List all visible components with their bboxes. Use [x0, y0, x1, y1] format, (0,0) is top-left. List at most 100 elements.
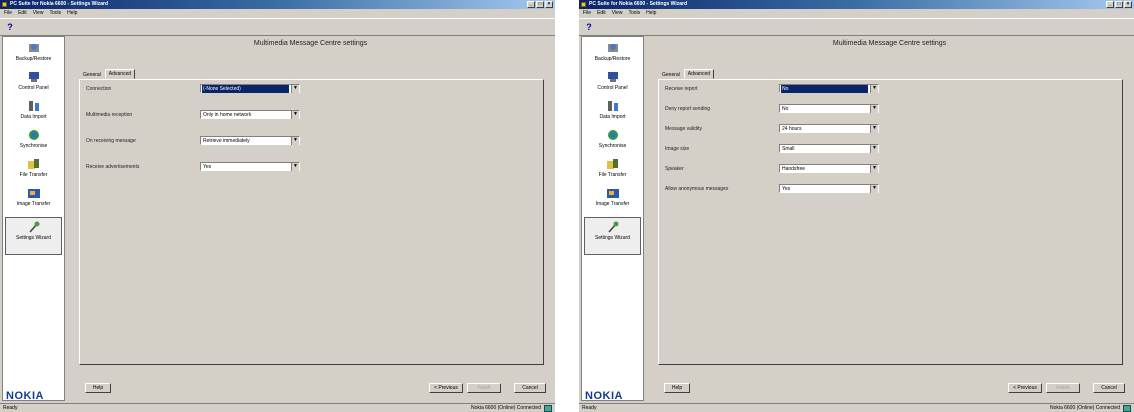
sidebar: Backup/Restore Control Panel Data Import… — [2, 36, 65, 401]
help-question-icon[interactable]: ? — [583, 21, 595, 33]
menu-help[interactable]: Help — [67, 9, 77, 17]
backup-icon — [28, 44, 39, 52]
help-button[interactable]: Help — [664, 383, 690, 393]
chevron-down-icon[interactable]: ▼ — [291, 163, 299, 171]
receive-report-dropdown[interactable]: No ▼ — [779, 84, 879, 93]
on-receiving-dropdown[interactable]: Retrieve immediately ▼ — [200, 136, 300, 145]
chevron-down-icon[interactable]: ▼ — [291, 85, 299, 93]
dropdown-value: Yes — [203, 164, 212, 170]
menu-tools[interactable]: Tools — [49, 9, 61, 17]
sidebar-item-image-transfer[interactable]: Image Transfer — [582, 184, 643, 212]
tab-general[interactable]: General — [658, 70, 684, 79]
finish-button[interactable]: Finish — [1046, 383, 1080, 393]
speaker-dropdown[interactable]: Handsfree ▼ — [779, 164, 879, 173]
message-validity-dropdown[interactable]: 24 hours ▼ — [779, 124, 879, 133]
dropdown-value: Retrieve immediately — [203, 138, 250, 144]
maximize-button[interactable]: □ — [1115, 1, 1123, 8]
sidebar-item-settings-wizard[interactable]: Settings Wizard — [5, 217, 62, 255]
control-panel-icon — [28, 72, 39, 82]
chevron-down-icon[interactable]: ▼ — [870, 85, 878, 93]
control-panel-icon — [607, 72, 618, 82]
chevron-down-icon[interactable]: ▼ — [870, 185, 878, 193]
chevron-down-icon[interactable]: ▼ — [291, 111, 299, 119]
chevron-down-icon[interactable]: ▼ — [870, 165, 878, 173]
menu-help[interactable]: Help — [646, 9, 656, 17]
window-general: PC Suite for Nokia 6600 - Settings Wizar… — [0, 0, 555, 412]
sidebar-item-label: Synchronise — [598, 143, 627, 149]
sidebar-item-data-import[interactable]: Data Import — [3, 97, 64, 125]
sidebar-item-control-panel[interactable]: Control Panel — [582, 68, 643, 96]
sidebar-item-backup[interactable]: Backup/Restore — [582, 39, 643, 67]
menu-edit[interactable]: Edit — [597, 9, 606, 17]
chevron-down-icon[interactable]: ▼ — [870, 145, 878, 153]
data-import-icon — [607, 101, 618, 111]
status-connection: Nokia 6600 (Online) Connected — [1049, 405, 1120, 411]
sidebar-item-backup[interactable]: Backup/Restore — [3, 39, 64, 67]
minimize-button[interactable]: _ — [527, 1, 535, 8]
sidebar-item-file-transfer[interactable]: File Transfer — [3, 155, 64, 183]
menu-file[interactable]: File — [4, 9, 12, 17]
dropdown-value: (-None Selected) — [202, 85, 289, 93]
previous-button[interactable]: < Previous — [429, 383, 463, 393]
sidebar-item-control-panel[interactable]: Control Panel — [3, 68, 64, 96]
chevron-down-icon[interactable]: ▼ — [870, 105, 878, 113]
toolbar: ? — [0, 18, 555, 36]
finish-button[interactable]: Finish — [467, 383, 501, 393]
multimedia-reception-dropdown[interactable]: Only in home network ▼ — [200, 110, 300, 119]
settings-panel: Receive report No ▼ Deny report sending … — [658, 79, 1123, 365]
close-button[interactable]: × — [545, 1, 553, 8]
sidebar-item-label: Settings Wizard — [594, 235, 630, 241]
status-bar: Ready Nokia 6600 (Online) Connected — [0, 403, 555, 412]
maximize-button[interactable]: □ — [536, 1, 544, 8]
tab-general[interactable]: General — [79, 70, 105, 79]
help-button[interactable]: Help — [85, 383, 111, 393]
help-question-icon[interactable]: ? — [4, 21, 16, 33]
menu-tools[interactable]: Tools — [628, 9, 640, 17]
file-transfer-icon — [27, 159, 39, 169]
dropdown-value: Only in home network — [203, 112, 252, 118]
dropdown-value: 24 hours — [782, 126, 802, 132]
sidebar-item-file-transfer[interactable]: File Transfer — [582, 155, 643, 183]
cancel-button[interactable]: Cancel — [514, 383, 546, 393]
deny-report-dropdown[interactable]: No ▼ — [779, 104, 879, 113]
field-label: Message validity — [665, 126, 702, 132]
field-label: Receive advertisements — [86, 164, 140, 170]
menu-edit[interactable]: Edit — [18, 9, 27, 17]
dropdown-value: Handsfree — [782, 166, 806, 172]
settings-wizard-icon — [607, 221, 618, 233]
sidebar: Backup/Restore Control Panel Data Import… — [581, 36, 644, 401]
chevron-down-icon[interactable]: ▼ — [291, 137, 299, 145]
tab-advanced[interactable]: Advanced — [683, 69, 715, 79]
tab-advanced[interactable]: Advanced — [104, 69, 136, 79]
cancel-button[interactable]: Cancel — [1093, 383, 1125, 393]
sidebar-item-label: Data Import — [599, 114, 626, 120]
field-label: Allow anonymous messages — [665, 186, 729, 192]
advertisements-dropdown[interactable]: Yes ▼ — [200, 162, 300, 171]
wizard-title: Multimedia Message Centre settings — [253, 40, 368, 47]
sidebar-item-label: Image Transfer — [595, 201, 630, 207]
menu-view[interactable]: View — [33, 9, 44, 17]
sidebar-item-data-import[interactable]: Data Import — [582, 97, 643, 125]
status-ready: Ready — [3, 405, 18, 411]
sidebar-item-label: Settings Wizard — [15, 235, 51, 241]
field-label: Deny report sending — [665, 106, 711, 112]
sidebar-item-image-transfer[interactable]: Image Transfer — [3, 184, 64, 212]
menu-file[interactable]: File — [583, 9, 591, 17]
image-transfer-icon — [27, 189, 40, 198]
sidebar-item-label: File Transfer — [19, 172, 48, 178]
file-transfer-icon — [606, 159, 618, 169]
connection-dropdown[interactable]: (-None Selected) ▼ — [200, 84, 300, 93]
menu-view[interactable]: View — [612, 9, 623, 17]
previous-button[interactable]: < Previous — [1008, 383, 1042, 393]
close-button[interactable]: × — [1124, 1, 1132, 8]
image-size-dropdown[interactable]: Small ▼ — [779, 144, 879, 153]
menu-bar: File Edit View Tools Help — [0, 9, 555, 17]
sidebar-item-synchronise[interactable]: Synchronise — [582, 126, 643, 154]
minimize-button[interactable]: _ — [1106, 1, 1114, 8]
chevron-down-icon[interactable]: ▼ — [870, 125, 878, 133]
data-import-icon — [28, 101, 39, 111]
sidebar-item-settings-wizard[interactable]: Settings Wizard — [584, 217, 641, 255]
anonymous-messages-dropdown[interactable]: Yes ▼ — [779, 184, 879, 193]
dropdown-value: Yes — [782, 186, 791, 192]
sidebar-item-synchronise[interactable]: Synchronise — [3, 126, 64, 154]
